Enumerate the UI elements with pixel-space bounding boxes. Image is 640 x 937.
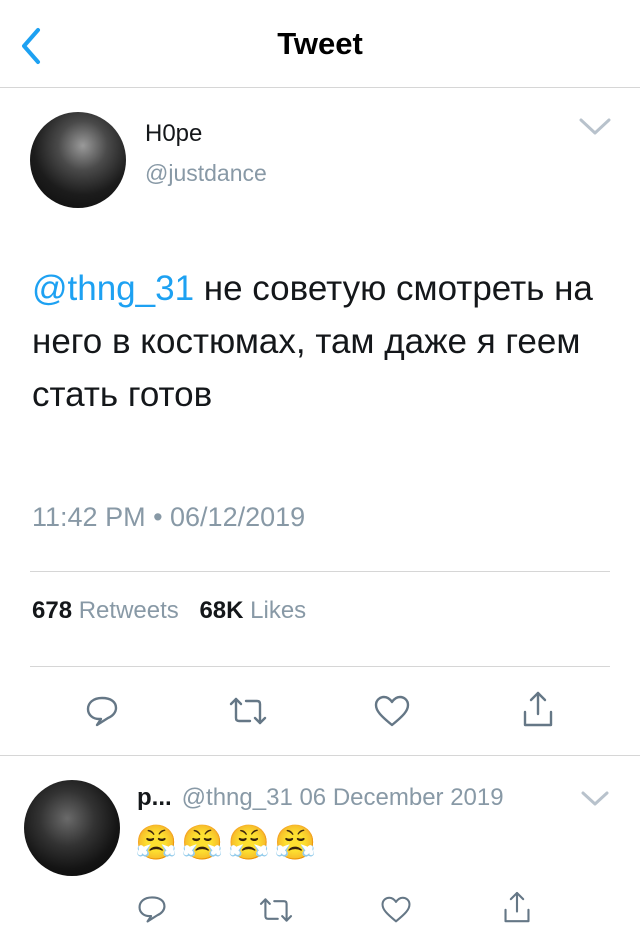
- retweet-icon[interactable]: [228, 694, 268, 728]
- author-handle[interactable]: @justdance: [145, 160, 267, 187]
- author-display-name[interactable]: H0pe: [145, 120, 202, 148]
- chevron-down-icon[interactable]: [580, 789, 610, 809]
- likes-count: 68K: [199, 597, 244, 624]
- likes-label: Likes: [250, 597, 307, 624]
- author-avatar[interactable]: [30, 112, 126, 208]
- mention-link[interactable]: @thng_31: [32, 269, 194, 308]
- like-icon[interactable]: [373, 694, 411, 728]
- likes-stat[interactable]: 68K Likes: [199, 597, 320, 624]
- retweets-count: 678: [32, 597, 73, 624]
- tweet-stats: 678 Retweets 68K Likes: [32, 597, 320, 625]
- share-icon[interactable]: [521, 690, 555, 730]
- reply-header: p... @thng_31 06 December 2019: [137, 784, 504, 812]
- page-title: Tweet: [277, 26, 363, 61]
- share-icon[interactable]: [502, 890, 532, 926]
- divider: [30, 666, 610, 667]
- divider: [0, 755, 640, 756]
- chevron-down-icon[interactable]: [578, 116, 612, 138]
- reply-icon[interactable]: [136, 893, 168, 925]
- retweets-label: Retweets: [78, 597, 179, 624]
- reply-icon[interactable]: [84, 693, 120, 729]
- navigation-bar: Tweet: [0, 0, 640, 88]
- reply-meta: @thng_31 06 December 2019: [181, 784, 504, 811]
- like-icon[interactable]: [380, 895, 412, 924]
- reply-text: 😤😤😤😤: [135, 824, 321, 862]
- retweet-icon[interactable]: [258, 895, 294, 925]
- tweet-timestamp: 11:42 PM • 06/12/2019: [32, 502, 306, 532]
- reply-author-name[interactable]: p...: [137, 784, 172, 811]
- divider: [30, 571, 610, 572]
- reply-avatar[interactable]: [24, 780, 120, 876]
- tweet-text: @thng_31 не советую смотреть на него в к…: [32, 262, 617, 421]
- retweets-stat[interactable]: 678 Retweets: [32, 597, 199, 624]
